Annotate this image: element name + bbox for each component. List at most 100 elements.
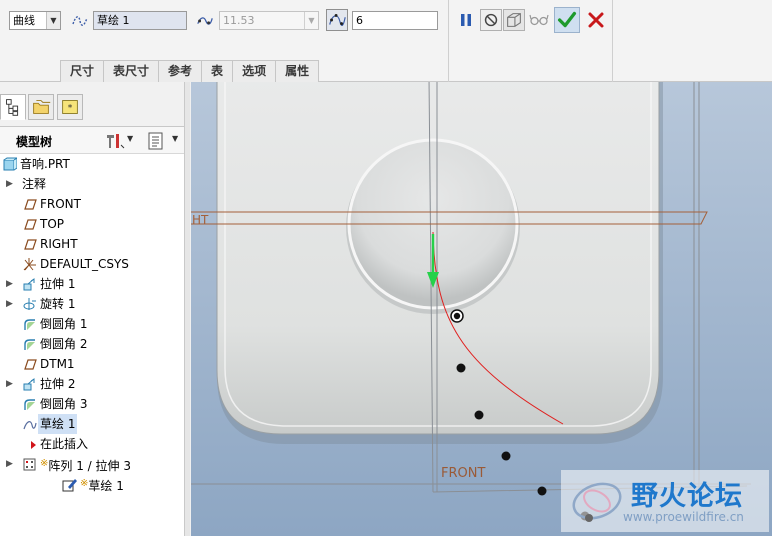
round-icon — [24, 319, 35, 330]
expand-arrow-icon[interactable]: ▶ — [6, 454, 16, 474]
tab-table-dimensions[interactable]: 表尺寸 — [103, 60, 160, 82]
length-ratio-icon[interactable] — [196, 12, 214, 30]
tree-item[interactable]: TOP — [0, 214, 186, 234]
stop-icon[interactable] — [480, 9, 502, 31]
curve-type-dropdown[interactable]: 曲线 ▼ — [9, 11, 61, 30]
tree-item[interactable]: 倒圆角 1 — [0, 314, 186, 334]
sketch-reference-field[interactable]: 草绘 1 — [93, 11, 187, 30]
tree-item[interactable]: ▶ ※阵列 1 / 拉伸 3 — [0, 454, 186, 474]
revolve-icon — [23, 298, 36, 310]
tab-properties[interactable]: 属性 — [275, 60, 320, 82]
tools-icon[interactable] — [104, 131, 126, 151]
tree-item-label: TOP — [40, 214, 64, 234]
svg-text:*: * — [68, 103, 73, 114]
tree-item-text: 音响.PRT — [20, 157, 70, 171]
navigator-tabs: * — [0, 82, 186, 126]
tree-item-text: 倒圆角 3 — [40, 397, 88, 411]
tree-item-text: 在此插入 — [40, 437, 89, 451]
length-value-field[interactable]: 11.53 ▼ — [219, 11, 319, 30]
glasses-icon[interactable] — [528, 9, 550, 31]
divider — [612, 0, 613, 82]
favorites-tab-icon[interactable]: * — [57, 94, 83, 120]
tree-item[interactable]: DEFAULT_CSYS — [0, 254, 186, 274]
tree-item-label: 倒圆角 1 — [40, 314, 87, 334]
point-count-field[interactable]: 6 — [352, 11, 438, 30]
tree-item[interactable]: 草绘 1 — [0, 414, 186, 434]
pattern-icon — [23, 458, 36, 471]
tree-item[interactable]: DTM1 — [0, 354, 186, 374]
graphics-viewport[interactable]: HT FRONT — [191, 82, 772, 536]
sketch-icon — [23, 421, 37, 430]
tree-item[interactable]: ▶ 拉伸 1 — [0, 274, 186, 294]
tree-item-label: RIGHT — [40, 234, 78, 254]
pattern-point[interactable] — [456, 363, 466, 373]
tree-item[interactable]: ▶ 注释 — [0, 174, 186, 194]
tree-item-text: FRONT — [40, 197, 81, 211]
chevron-down-icon[interactable]: ▼ — [127, 134, 133, 143]
tree-item-text: 阵列 1 / 拉伸 3 — [48, 459, 131, 473]
model-tree-title: 模型树 — [16, 135, 53, 149]
expand-arrow-icon[interactable]: ▶ — [6, 274, 16, 294]
tree-item-label: ※草绘 1 — [80, 474, 124, 496]
preview-box-icon[interactable] — [503, 9, 525, 31]
watermark-title: 野火论坛 — [631, 481, 743, 512]
datum-plane-icon — [24, 219, 37, 230]
tree-item-text: DEFAULT_CSYS — [40, 257, 129, 271]
chevron-down-icon[interactable]: ▼ — [172, 134, 178, 143]
tree-item[interactable]: 在此插入 — [0, 434, 186, 454]
tree-item-label: 拉伸 1 — [40, 274, 75, 294]
pattern-point[interactable] — [474, 410, 484, 420]
tree-item-text: 注释 — [22, 177, 47, 191]
tree-item-text: 草绘 1 — [88, 479, 124, 493]
expand-arrow-icon[interactable]: ▶ — [6, 374, 16, 394]
tree-item[interactable]: FRONT — [0, 194, 186, 214]
model-tree-tab-icon[interactable] — [0, 94, 26, 120]
pattern-point[interactable] — [453, 312, 461, 320]
tree-item-label: ※阵列 1 / 拉伸 3 — [40, 454, 131, 476]
divider — [448, 0, 449, 82]
tree-item-label: 注释 — [22, 174, 46, 194]
chevron-down-icon: ▼ — [304, 12, 318, 29]
tab-options[interactable]: 选项 — [232, 60, 277, 82]
checkmark-icon[interactable] — [554, 7, 580, 33]
tree-item-label: 拉伸 2 — [40, 374, 75, 394]
panel-sash[interactable] — [184, 82, 190, 536]
tree-item[interactable]: 音响.PRT — [0, 154, 186, 174]
curve-icon — [72, 16, 88, 26]
folder-browser-tab-icon[interactable] — [28, 94, 54, 120]
tree-item-label: FRONT — [40, 194, 81, 214]
wildfire-logo-icon — [572, 482, 622, 522]
tree-item-text: DTM1 — [40, 357, 75, 371]
extrude-icon — [23, 378, 35, 391]
datum-plane-icon — [24, 359, 37, 370]
tree-item[interactable]: 倒圆角 2 — [0, 334, 186, 354]
tree-item-label: 音响.PRT — [20, 154, 70, 174]
tab-table[interactable]: 表 — [201, 60, 234, 82]
tree-item-label: 倒圆角 2 — [40, 334, 87, 354]
expand-arrow-icon[interactable]: ▶ — [6, 294, 16, 314]
expand-arrow-icon[interactable]: ▶ — [6, 174, 16, 194]
tree-item-text: 倒圆角 1 — [40, 317, 88, 331]
tree-item[interactable]: ▶ 旋转 1 — [0, 294, 186, 314]
length-value: 11.53 — [223, 14, 255, 27]
tree-item[interactable]: ▶ 拉伸 2 — [0, 374, 186, 394]
datum-plane-icon — [24, 199, 37, 210]
model-canvas[interactable]: HT FRONT — [191, 82, 772, 536]
tab-dimensions[interactable]: 尺寸 — [60, 60, 105, 82]
tree-item-label: 草绘 1 — [38, 414, 78, 434]
tree-item[interactable]: RIGHT — [0, 234, 186, 254]
part-icon — [3, 157, 17, 171]
tree-item-text: 倒圆角 2 — [40, 337, 88, 351]
tree-item[interactable]: ※草绘 1 — [0, 474, 186, 494]
show-settings-icon[interactable] — [146, 131, 166, 151]
close-icon[interactable] — [585, 9, 607, 31]
pattern-point[interactable] — [537, 486, 547, 496]
point-count-value: 6 — [356, 14, 363, 27]
point-pattern-icon[interactable] — [326, 9, 348, 31]
tab-references[interactable]: 参考 — [158, 60, 203, 82]
pause-icon[interactable] — [455, 9, 477, 31]
round-icon — [24, 339, 35, 350]
pattern-point[interactable] — [501, 451, 511, 461]
tree-item-text: RIGHT — [40, 237, 78, 251]
tree-item[interactable]: 倒圆角 3 — [0, 394, 186, 414]
